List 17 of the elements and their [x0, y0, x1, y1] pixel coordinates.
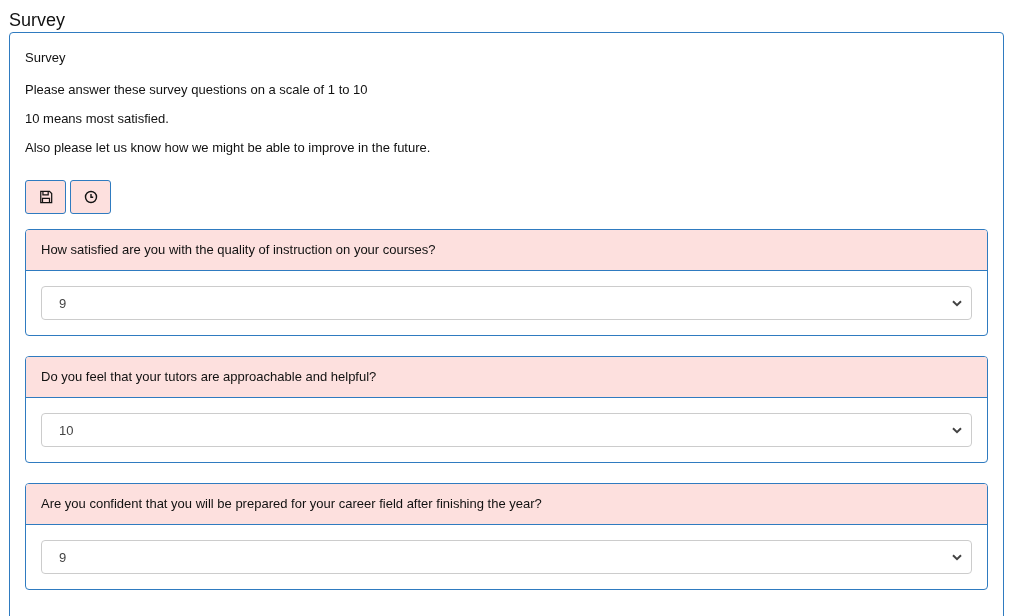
clock-button[interactable] — [70, 180, 111, 214]
instruction-text: 10 means most satisfied. — [25, 111, 170, 126]
answer-select[interactable]: 10 — [41, 413, 972, 447]
page-title: Survey — [9, 9, 67, 32]
chevron-down-icon — [952, 553, 962, 561]
answer-select[interactable]: 9 — [41, 540, 972, 574]
question-text: Do you feel that your tutors are approachable and helpful? — [26, 357, 987, 398]
answer-select[interactable]: 9 — [41, 286, 972, 320]
chevron-down-icon — [952, 426, 962, 434]
question-text: Are you confident that you will be prepared for your career field after finishing the year? — [26, 484, 987, 525]
instruction-text: Also please let us know how we might be able to improve in the future. — [25, 140, 432, 155]
card-title: Survey — [25, 50, 67, 65]
question-text: How satisfied are you with the quality of instruction on your courses? — [26, 230, 987, 271]
clock-icon — [83, 190, 98, 204]
chevron-down-icon — [952, 299, 962, 307]
save-button[interactable] — [25, 180, 66, 214]
instruction-text: Please answer these survey questions on a scale of 1 to 10 — [25, 82, 369, 97]
